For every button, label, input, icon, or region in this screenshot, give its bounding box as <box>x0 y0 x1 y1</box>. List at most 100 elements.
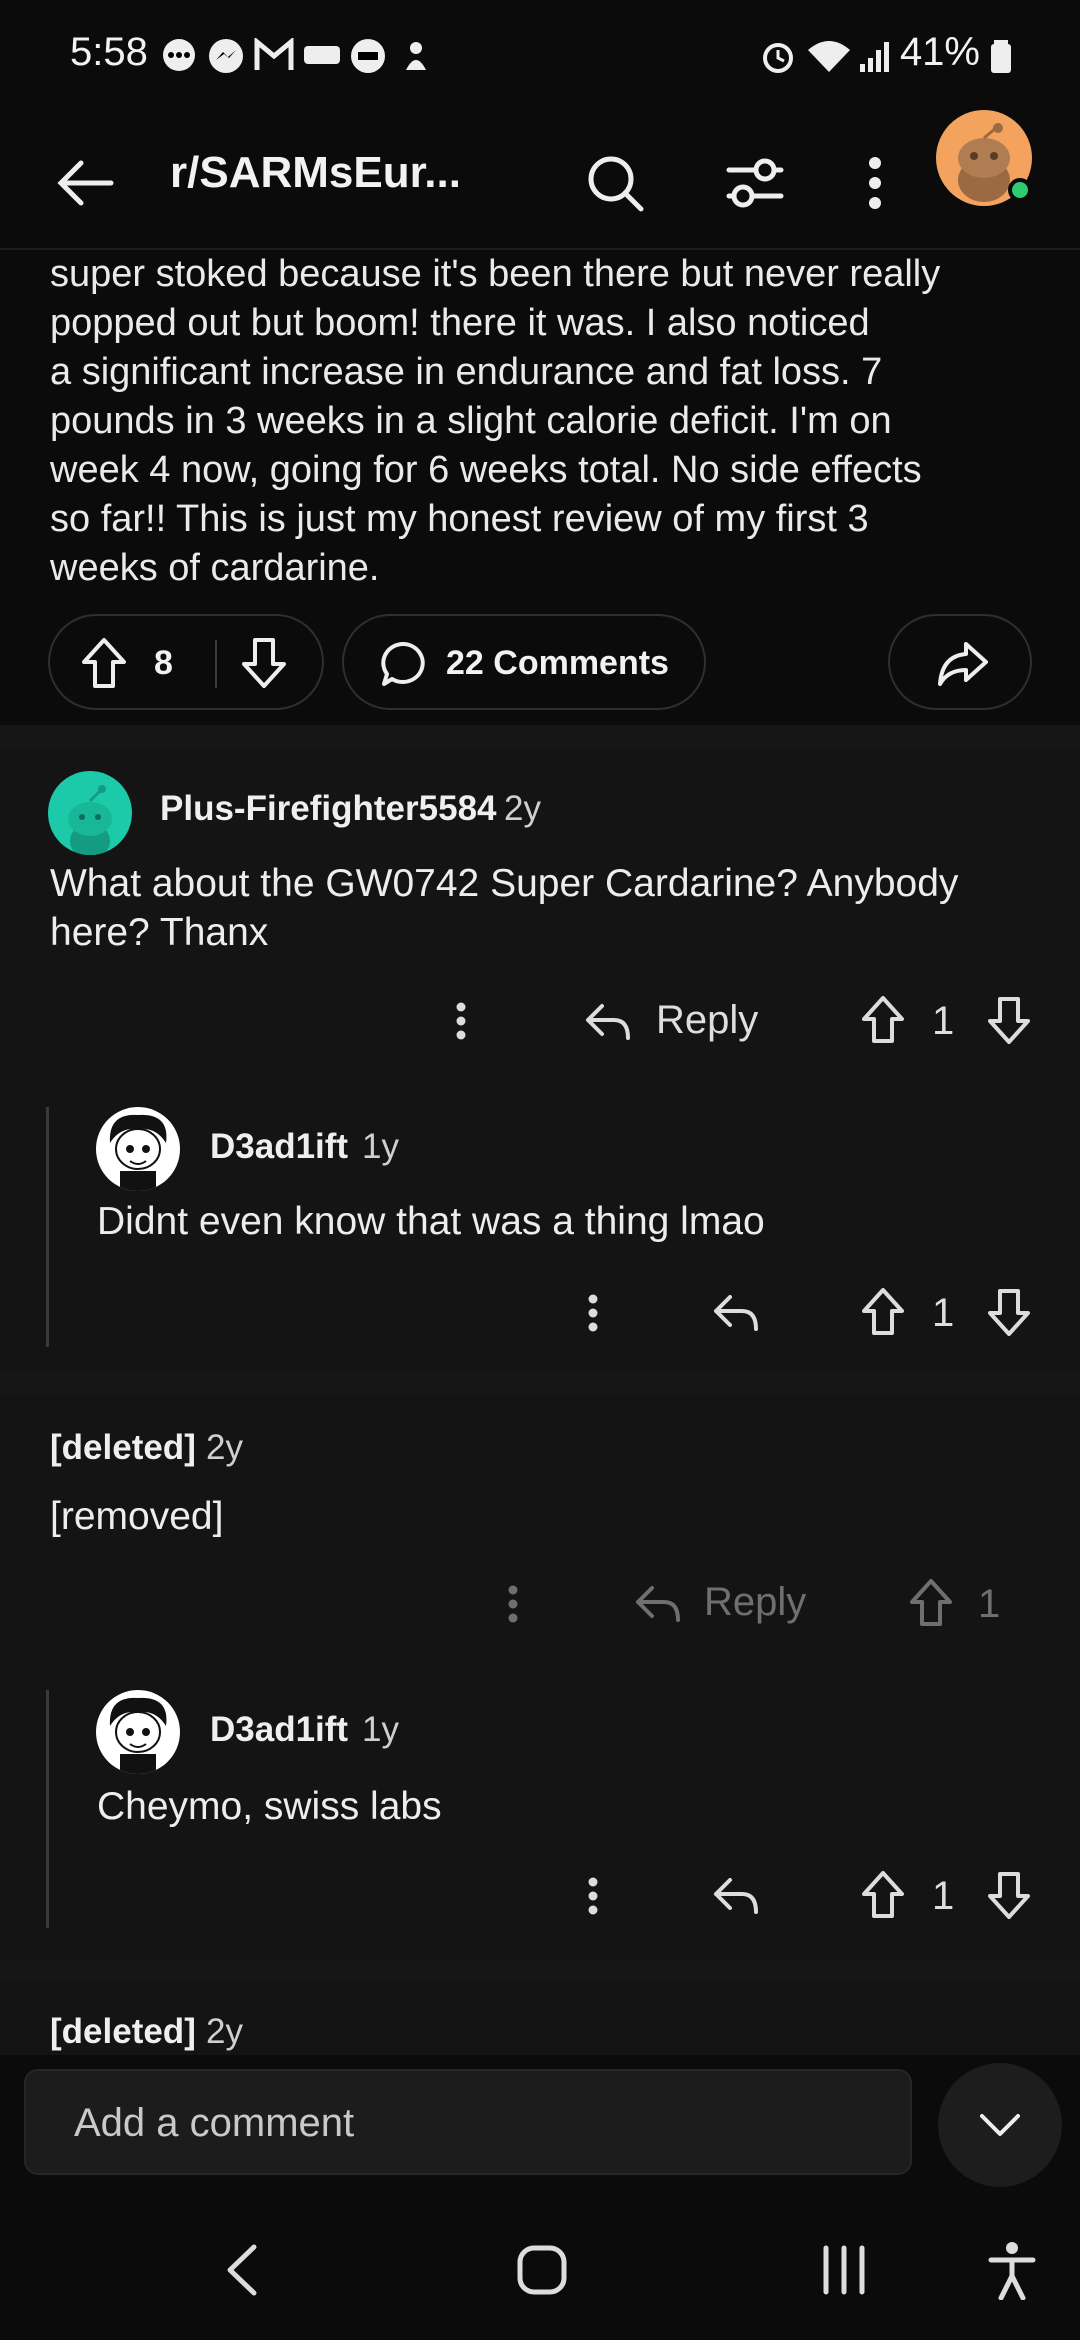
downvote-arrow-icon <box>242 638 286 688</box>
reply-age: 1y <box>362 1710 399 1749</box>
downvote-arrow-icon <box>988 997 1030 1044</box>
comment-author: [deleted] <box>50 1428 196 1467</box>
search-button[interactable] <box>570 138 660 228</box>
nav-back-icon <box>227 2244 257 2296</box>
reply-downvote-button[interactable] <box>986 1287 1032 1337</box>
kebab-menu-icon <box>869 157 881 209</box>
comment-age: 2y <box>206 2012 243 2051</box>
reply-text: Cheymo, swiss labs <box>97 1785 442 1828</box>
online-status-dot <box>1008 178 1032 202</box>
reply-author[interactable]: D3ad1ift <box>210 1127 348 1167</box>
reply-label: Reply <box>704 1580 807 1624</box>
comment-author: [deleted] <box>50 2012 196 2051</box>
reply-text: Didnt even know that was a thing lmao <box>97 1200 765 1243</box>
comments-button[interactable]: 22 Comments <box>342 614 706 710</box>
gmail-icon <box>254 38 294 70</box>
reply-avatar[interactable] <box>96 1690 180 1774</box>
reply-more-icon[interactable] <box>586 1293 600 1333</box>
assistant-icon <box>406 42 426 70</box>
comment-bar: Add a comment <box>0 2055 1080 2195</box>
reply-downvote-button[interactable] <box>986 1870 1032 1920</box>
reply-to-reply-button[interactable] <box>712 1293 760 1333</box>
cartoon-avatar-icon <box>109 1697 167 1774</box>
messenger-icon <box>209 39 243 73</box>
comment-age: 2y <box>206 1428 243 1467</box>
reply-to-reply-button[interactable] <box>712 1876 760 1916</box>
comment-text: [removed] <box>50 1495 224 1538</box>
post-line: week 4 now, going for 6 weeks total. No … <box>50 449 922 491</box>
wifi-icon <box>808 41 850 72</box>
reply-upvote-button[interactable] <box>860 1287 906 1337</box>
post-line: pounds in 3 weeks in a slight calorie de… <box>50 400 892 442</box>
section-separator <box>0 1960 1080 1982</box>
comment-score: 1 <box>978 1582 1001 1626</box>
comment-downvote-button[interactable] <box>986 995 1032 1045</box>
wear-icon <box>351 39 385 73</box>
top-bar: r/SARMsEur... <box>0 110 1080 250</box>
reply-author[interactable]: D3ad1ift <box>210 1710 348 1750</box>
comment-upvote-button[interactable] <box>860 995 906 1045</box>
thread-line[interactable] <box>46 1107 49 1347</box>
upvote-button[interactable] <box>80 636 128 690</box>
comment-author[interactable]: Plus-Firefighter5584 <box>160 789 497 829</box>
comment-score: 1 <box>932 999 955 1043</box>
subreddit-title[interactable]: r/SARMsEur... <box>170 148 461 198</box>
comment-age: 2y <box>504 789 541 828</box>
reply-avatar[interactable] <box>96 1107 180 1191</box>
thread-line[interactable] <box>46 1690 49 1928</box>
back-arrow-icon <box>57 160 114 206</box>
nav-back-button[interactable] <box>206 2225 276 2315</box>
comment-more-icon[interactable] <box>506 1584 520 1624</box>
snoo-avatar-icon <box>68 785 112 855</box>
upvote-arrow-icon <box>862 996 904 1043</box>
share-button[interactable] <box>888 614 1032 710</box>
section-separator <box>0 1372 1080 1394</box>
reply-age: 1y <box>362 1127 399 1166</box>
comment-thread-1: Plus-Firefighter5584 2y What about the G… <box>0 747 1080 1372</box>
accessibility-icon <box>988 2242 1036 2300</box>
post-body: super stoked because it's been there but… <box>50 250 1040 593</box>
battery-icon <box>991 40 1011 73</box>
upvote-arrow-icon <box>910 1579 952 1626</box>
add-comment-input[interactable]: Add a comment <box>24 2069 912 2175</box>
reply-arrow-icon <box>714 1295 758 1331</box>
commenter-avatar[interactable] <box>48 771 132 855</box>
reply-button[interactable]: Reply <box>630 1574 830 1632</box>
downvote-button[interactable] <box>240 636 288 690</box>
reply-score: 1 <box>932 1291 955 1335</box>
alarm-icon <box>763 43 793 73</box>
post-line: super stoked because it's been there but… <box>50 253 941 295</box>
reply-arrow-icon <box>714 1878 758 1914</box>
comment-more-icon[interactable] <box>454 1001 468 1041</box>
nav-home-button[interactable] <box>500 2225 584 2315</box>
chevron-down-icon <box>980 2114 1020 2136</box>
chat-notification-icon <box>163 39 195 71</box>
post-line: weeks of cardarine. <box>50 547 380 589</box>
comment-line: What about the GW0742 Super Cardarine? A… <box>50 862 959 905</box>
section-separator <box>0 725 1080 747</box>
search-icon <box>588 156 644 212</box>
reply-label: Reply <box>656 998 759 1042</box>
more-options-button[interactable] <box>840 138 910 228</box>
nav-recents-button[interactable] <box>802 2225 886 2315</box>
upvote-arrow-icon <box>82 638 126 688</box>
back-button[interactable] <box>40 138 130 228</box>
collapse-threads-button[interactable] <box>938 2063 1062 2187</box>
post-vote-count: 8 <box>154 644 173 682</box>
post-line: popped out but boom! there it was. I als… <box>50 302 870 344</box>
filter-icon <box>726 158 784 208</box>
filter-button[interactable] <box>710 138 800 228</box>
status-time: 5:58 <box>70 30 148 74</box>
upvote-arrow-icon <box>862 1288 904 1335</box>
reply-arrow-icon <box>586 1004 630 1040</box>
comment-upvote-button[interactable] <box>908 1578 954 1628</box>
post-line: so far!! This is just my honest review o… <box>50 498 869 540</box>
signal-icon <box>860 42 889 72</box>
share-arrow-icon <box>938 642 988 686</box>
reply-more-icon[interactable] <box>586 1876 600 1916</box>
accessibility-button[interactable] <box>972 2225 1052 2315</box>
cartoon-avatar-icon <box>109 1114 167 1191</box>
reply-button[interactable]: Reply <box>580 992 780 1050</box>
comment-thread-2: [deleted] 2y [removed] Reply 1 D3ad1ift … <box>0 1394 1080 1960</box>
reply-upvote-button[interactable] <box>860 1870 906 1920</box>
